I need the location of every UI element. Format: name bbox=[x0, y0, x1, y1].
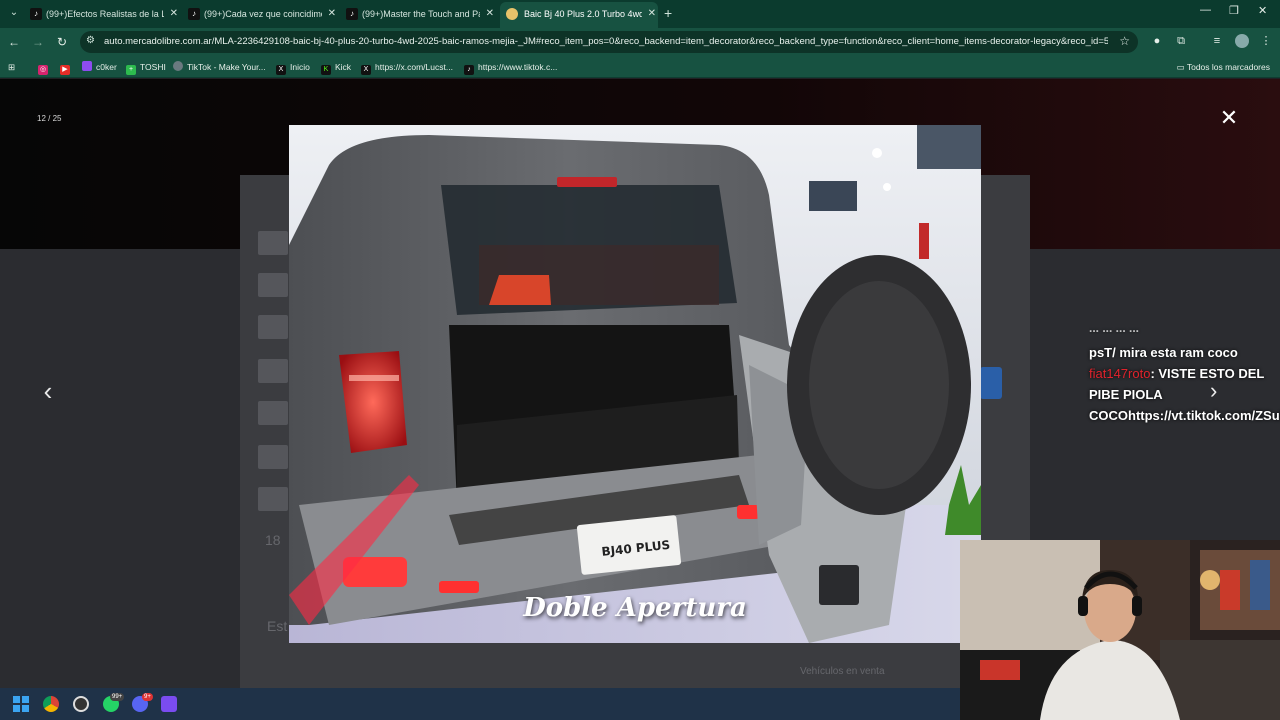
close-window-icon[interactable]: ✕ bbox=[1258, 4, 1267, 17]
site-info-icon[interactable]: ⚙ bbox=[86, 35, 95, 46]
minimize-icon[interactable]: — bbox=[1200, 4, 1211, 16]
globe-icon bbox=[173, 61, 183, 71]
bookmark-inicio[interactable]: X Inicio bbox=[276, 60, 310, 75]
thumbnail[interactable] bbox=[258, 487, 288, 511]
vehicles-link: Vehículos en venta bbox=[800, 666, 885, 677]
bookmark-label: TikTok - Make Your... bbox=[187, 62, 266, 72]
kick-icon: + bbox=[126, 65, 136, 75]
forward-icon[interactable]: → bbox=[29, 33, 47, 51]
x-icon: X bbox=[276, 65, 286, 75]
mercadolibre-icon bbox=[506, 8, 518, 20]
tab-title: (99+)Cada vez que coincidimos bbox=[204, 9, 322, 19]
contact-button bbox=[980, 367, 1002, 399]
bookmark-star-icon[interactable]: ☆ bbox=[1119, 34, 1130, 48]
all-bookmarks[interactable]: ▭ Todos los marcadores bbox=[1177, 60, 1270, 74]
bookmark-label: https://x.com/Lucst... bbox=[375, 62, 453, 72]
stream-chat-overlay: ... ... ... ... psT/ mira esta ram coco … bbox=[1089, 322, 1280, 426]
tiktok-icon: ♪ bbox=[346, 8, 358, 20]
tab-1[interactable]: ♪ (99+)Efectos Realistas de la Llu ✕ bbox=[30, 4, 180, 24]
bookmark-c0ker[interactable]: c0ker bbox=[82, 60, 117, 74]
photo-caption: Doble Apertura bbox=[523, 593, 747, 623]
obs-icon[interactable] bbox=[73, 696, 89, 712]
bookmark-x-lucst[interactable]: Xhttps://x.com/Lucst... bbox=[361, 60, 453, 75]
youtube-icon: ▶ bbox=[60, 65, 70, 75]
tab-2[interactable]: ♪ (99+)Cada vez que coincidimos ✕ bbox=[188, 4, 338, 24]
next-image-icon[interactable]: › bbox=[1210, 378, 1217, 404]
tiktok-icon: ♪ bbox=[30, 8, 42, 20]
bookmark-youtube[interactable]: ▶ bbox=[60, 60, 74, 75]
bookmark-label: Inicio bbox=[290, 62, 310, 72]
streamer-webcam-image bbox=[960, 540, 1280, 720]
bookmark-label: Kick bbox=[335, 62, 352, 72]
url-text[interactable]: auto.mercadolibre.com.ar/MLA-2236429108-… bbox=[104, 31, 1108, 53]
app-grid-icon[interactable] bbox=[161, 696, 177, 712]
address-bar[interactable]: ⚙ auto.mercadolibre.com.ar/MLA-223642910… bbox=[80, 31, 1138, 53]
all-bookmarks-label: Todos los marcadores bbox=[1186, 62, 1270, 72]
tiktok-icon: ♪ bbox=[464, 65, 474, 75]
page-number: 18 bbox=[265, 532, 281, 548]
discord-badge: 9+ bbox=[142, 693, 153, 701]
new-tab-button[interactable]: + bbox=[664, 5, 672, 21]
profile-avatar[interactable] bbox=[1235, 34, 1249, 48]
close-tab-icon[interactable]: ✕ bbox=[170, 4, 178, 24]
back-icon[interactable]: ← bbox=[5, 33, 23, 51]
close-gallery-icon[interactable]: ✕ bbox=[1218, 107, 1240, 129]
thumbnail[interactable] bbox=[258, 231, 288, 255]
x-icon: X bbox=[361, 65, 371, 75]
thumbnail[interactable] bbox=[258, 273, 288, 297]
tab-active[interactable]: Baic Bj 40 Plus 2.0 Turbo 4wd ✕ bbox=[500, 2, 658, 28]
bookmark-kick[interactable]: K Kick bbox=[321, 60, 352, 75]
instagram-icon: ◎ bbox=[38, 65, 48, 75]
chat-message: fiat147roto: VISTE ESTO DEL PIBE PIOLA C… bbox=[1089, 363, 1280, 426]
tab-search-icon[interactable]: ⌄ bbox=[6, 5, 22, 21]
bookmarks-bar: ⊞ ◎ ▶ c0ker + TOSHI TikTok - Make Your...… bbox=[0, 56, 1280, 78]
tab-title: Baic Bj 40 Plus 2.0 Turbo 4wd bbox=[524, 9, 642, 19]
thumbnail[interactable] bbox=[258, 359, 288, 383]
browser-toolbar: ← → ↻ ⚙ auto.mercadolibre.com.ar/MLA-223… bbox=[0, 28, 1280, 56]
tab-strip: ⌄ ♪ (99+)Efectos Realistas de la Llu ✕ ♪… bbox=[0, 0, 1280, 28]
bookmark-toshi[interactable]: + TOSHI bbox=[126, 60, 166, 75]
thumbnail[interactable] bbox=[258, 315, 288, 339]
section-heading: Est bbox=[267, 618, 288, 634]
restore-icon[interactable]: ❐ bbox=[1229, 4, 1239, 17]
vehicle-rear-photo: BJ40 PLUS bbox=[289, 125, 981, 643]
extension-icon[interactable]: ● bbox=[1150, 34, 1164, 48]
close-tab-icon[interactable]: ✕ bbox=[486, 4, 494, 24]
thumbnail[interactable] bbox=[258, 445, 288, 469]
chat-username: fiat147roto bbox=[1089, 366, 1151, 381]
bookmark-label: TOSHI bbox=[140, 62, 166, 72]
whatsapp-badge: 99+ bbox=[110, 693, 125, 701]
tab-title: (99+)Efectos Realistas de la Llu bbox=[46, 9, 164, 19]
tiktok-icon: ♪ bbox=[188, 8, 200, 20]
chat-cut-line: ... ... ... ... bbox=[1089, 322, 1140, 334]
reload-icon[interactable]: ↻ bbox=[53, 33, 71, 51]
tab-3[interactable]: ♪ (99+)Master the Touch and Pa ✕ bbox=[346, 4, 496, 24]
close-tab-icon[interactable]: ✕ bbox=[648, 2, 656, 26]
apps-grid-icon[interactable]: ⊞ bbox=[8, 60, 15, 74]
chrome-icon[interactable] bbox=[43, 696, 59, 712]
folder-icon: ▭ bbox=[1176, 62, 1187, 72]
image-counter: 12 / 25 bbox=[37, 114, 62, 123]
media-control-icon[interactable]: ≡ bbox=[1210, 34, 1224, 48]
taskbar: 99+ 9+ bbox=[0, 688, 960, 720]
prev-image-icon[interactable]: ‹ bbox=[34, 376, 62, 406]
twitch-icon bbox=[82, 61, 92, 71]
bookmark-label: c0ker bbox=[96, 62, 117, 72]
thumbnail[interactable] bbox=[258, 401, 288, 425]
bookmark-instagram[interactable]: ◎ bbox=[38, 60, 52, 75]
windows-start-icon[interactable] bbox=[13, 696, 29, 712]
tab-title: (99+)Master the Touch and Pa bbox=[362, 9, 480, 19]
webcam-overlay bbox=[960, 540, 1280, 720]
bookmark-tiktok-url[interactable]: ♪ https://www.tiktok.c... bbox=[464, 60, 558, 75]
chat-line: psT/ mira esta ram coco bbox=[1089, 345, 1238, 360]
close-tab-icon[interactable]: ✕ bbox=[328, 4, 336, 24]
extensions-puzzle-icon[interactable]: ⧉ bbox=[1174, 34, 1188, 48]
kick-icon: K bbox=[321, 65, 331, 75]
bookmark-tiktok-make[interactable]: TikTok - Make Your... bbox=[173, 60, 266, 74]
bookmark-label: https://www.tiktok.c... bbox=[478, 62, 558, 72]
gallery-photo: BJ40 PLUS Doble Apertura bbox=[289, 125, 981, 643]
menu-kebab-icon[interactable]: ⋮ bbox=[1259, 34, 1273, 48]
